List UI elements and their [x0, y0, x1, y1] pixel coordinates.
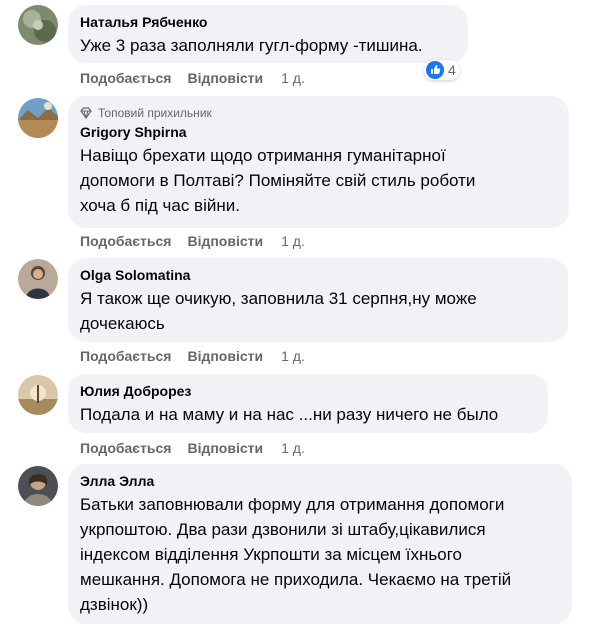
comment-bubble: Olga Solomatina Я також ще очикую, запов… — [68, 258, 568, 342]
comment-text: Я також ще очикую, заповнила 31 серпня,н… — [80, 286, 556, 336]
reply-button[interactable]: Відповісти — [187, 348, 263, 364]
comment-text-line: індексом відділення Укрпошти за місцем ї… — [80, 545, 463, 564]
comment-timestamp[interactable]: 1 д. — [281, 233, 305, 249]
top-fan-badge[interactable]: Топовий прихильник — [80, 105, 557, 121]
avatar[interactable] — [18, 5, 58, 45]
diamond-icon — [80, 107, 92, 119]
comment-bubble: Топовий прихильник Grigory Shpirna Навіщ… — [68, 96, 569, 228]
comment-timestamp[interactable]: 1 д. — [281, 70, 305, 86]
comment-text-line: Навіщо брехати щодо отримання гуманітарн… — [80, 146, 446, 165]
comment-text-line: Я також ще очикую, заповнила 31 серпня,н… — [80, 289, 477, 308]
reply-button[interactable]: Відповісти — [187, 70, 263, 86]
comment-text-line: дочекаюсь — [80, 314, 165, 333]
reply-button[interactable]: Відповісти — [187, 233, 263, 249]
comment-text-line: хоча б під час війни. — [80, 196, 240, 215]
comment-author[interactable]: Olga Solomatina — [80, 266, 556, 284]
comment-actions: Подобається Відповісти 1 д. — [80, 348, 321, 364]
comment-actions: Подобається Відповісти 1 д. — [80, 70, 321, 86]
comment-actions: Подобається Відповісти 1 д. — [80, 440, 321, 456]
reaction-count: 4 — [448, 62, 456, 78]
avatar[interactable] — [18, 466, 58, 506]
comment-text-line: укрпоштою. Два рази дзвонили зі штабу,ці… — [80, 520, 486, 539]
comment-author[interactable]: Юлия Доброрез — [80, 382, 536, 400]
comment-author[interactable]: Наталья Рябченко — [80, 13, 456, 31]
comment-text: Навіщо брехати щодо отримання гуманітарн… — [80, 143, 557, 218]
comment-text-line: дзвінок)) — [80, 595, 149, 614]
comment-bubble: Юлия Доброрез Подала и на маму и на нас … — [68, 374, 548, 433]
comment-author[interactable]: Элла Элла — [80, 472, 560, 490]
like-icon — [426, 61, 444, 79]
like-button[interactable]: Подобається — [80, 233, 171, 249]
reaction-summary[interactable]: 4 — [424, 60, 460, 80]
avatar[interactable] — [18, 259, 58, 299]
like-button[interactable]: Подобається — [80, 348, 171, 364]
avatar[interactable] — [18, 375, 58, 415]
top-fan-label: Топовий прихильник — [98, 106, 212, 120]
reply-button[interactable]: Відповісти — [187, 440, 263, 456]
comment-text-line: мешкання. Допомога не приходила. Чекаємо… — [80, 570, 512, 589]
comment-text-line: Батьки заповнювали форму для отримання д… — [80, 495, 505, 514]
comment-timestamp[interactable]: 1 д. — [281, 348, 305, 364]
avatar[interactable] — [18, 98, 58, 138]
comment-text: Уже 3 раза заполняли гугл-форму -тишина. — [80, 36, 423, 55]
comment-text: Подала и на маму и на нас ...ни разу нич… — [80, 405, 499, 424]
comment-timestamp[interactable]: 1 д. — [281, 440, 305, 456]
comment-bubble: Элла Элла Батьки заповнювали форму для о… — [68, 464, 572, 624]
comment-actions: Подобається Відповісти 1 д. — [80, 233, 321, 249]
comment-text: Батьки заповнювали форму для отримання д… — [80, 492, 560, 617]
like-button[interactable]: Подобається — [80, 440, 171, 456]
comment-bubble: Наталья Рябченко Уже 3 раза заполняли гу… — [68, 5, 468, 63]
comment-author[interactable]: Grigory Shpirna — [80, 123, 557, 141]
like-button[interactable]: Подобається — [80, 70, 171, 86]
comment-text-line: допомоги в Полтаві? Поміняйте свій стиль… — [80, 171, 476, 190]
